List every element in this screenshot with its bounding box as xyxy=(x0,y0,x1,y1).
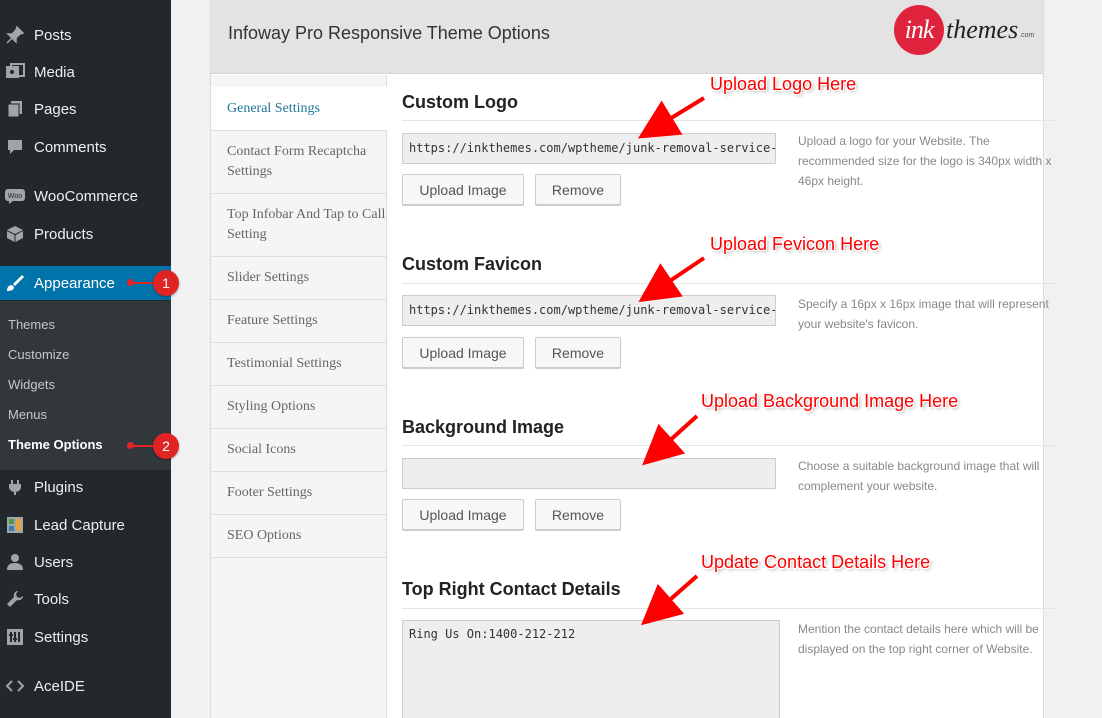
annotation-update-contact: Update Contact Details Here xyxy=(701,552,931,572)
sidebar-item-label: Tools xyxy=(34,590,70,608)
tab-styling-options[interactable]: Styling Options xyxy=(211,386,387,429)
tab-slider-settings[interactable]: Slider Settings xyxy=(211,257,387,300)
tab-top-infobar[interactable]: Top Infobar And Tap to Call Setting xyxy=(211,194,387,257)
annotation-upload-logo: Upload Logo Here xyxy=(710,74,857,94)
options-header: Infoway Pro Responsive Theme Options ink… xyxy=(211,0,1043,74)
tab-footer-settings[interactable]: Footer Settings xyxy=(211,472,387,515)
sidebar-item-label: Pages xyxy=(34,100,77,118)
media-icon xyxy=(5,62,25,82)
lead-capture-icon xyxy=(5,515,25,535)
admin-sidebar: Posts Media Pages Comments Woo WooCommer… xyxy=(0,0,171,718)
upload-favicon-button[interactable]: Upload Image xyxy=(402,337,524,368)
sidebar-item-products[interactable]: Products xyxy=(0,216,171,252)
sidebar-item-tools[interactable]: Tools xyxy=(0,581,171,617)
background-help-text: Choose a suitable background image that … xyxy=(798,459,1040,493)
sidebar-item-label: Appearance xyxy=(34,274,115,292)
badge-dot xyxy=(127,279,134,286)
products-icon xyxy=(5,224,25,244)
section-divider xyxy=(402,120,1056,121)
logo-mark: ink xyxy=(894,5,944,55)
theme-options-panel: Infoway Pro Responsive Theme Options ink… xyxy=(210,0,1056,718)
section-divider xyxy=(402,608,1056,609)
step-badge-1: 1 xyxy=(153,270,179,296)
sidebar-item-posts[interactable]: Posts xyxy=(0,17,171,53)
section-title-custom-favicon: Custom Favicon xyxy=(402,254,543,274)
inkthemes-logo: ink themes .com xyxy=(894,5,1034,55)
step-badge-2: 2 xyxy=(153,433,179,459)
annotation-upload-background: Upload Background Image Here xyxy=(701,391,959,411)
wrench-icon xyxy=(5,589,25,609)
settings-icon xyxy=(5,627,25,647)
sidebar-item-label: Lead Capture xyxy=(34,516,125,534)
favicon-url-field[interactable]: https://inkthemes.com/wptheme/junk-remov… xyxy=(402,295,776,326)
tab-social-icons[interactable]: Social Icons xyxy=(211,429,387,472)
pushpin-icon xyxy=(5,25,25,45)
section-title-background-image: Background Image xyxy=(402,417,565,437)
sidebar-item-label: Posts xyxy=(34,26,72,44)
contact-details-textarea[interactable]: Ring Us On:1400-212-212 xyxy=(402,620,780,718)
sidebar-item-label: Comments xyxy=(34,138,107,156)
sidebar-item-users[interactable]: Users xyxy=(0,544,171,580)
sidebar-item-label: AceIDE xyxy=(34,677,85,695)
pages-icon xyxy=(5,99,25,119)
section-title-custom-logo: Custom Logo xyxy=(402,92,518,112)
sidebar-item-label: Media xyxy=(34,63,75,81)
sidebar-item-label: WooCommerce xyxy=(34,187,138,205)
submenu-widgets[interactable]: Widgets xyxy=(8,377,55,392)
sidebar-item-label: Plugins xyxy=(34,478,84,496)
sidebar-item-label: Settings xyxy=(34,628,89,646)
page-title: Infoway Pro Responsive Theme Options xyxy=(228,23,550,43)
logo-suffix: .com xyxy=(1019,31,1035,39)
sidebar-item-settings[interactable]: Settings xyxy=(0,619,171,655)
sidebar-item-plugins[interactable]: Plugins xyxy=(0,469,171,505)
sidebar-item-pages[interactable]: Pages xyxy=(0,91,171,127)
contact-help-text: Mention the contact details here which w… xyxy=(798,622,1039,656)
tab-testimonial-settings[interactable]: Testimonial Settings xyxy=(211,343,387,386)
section-divider xyxy=(402,445,1056,446)
section-divider xyxy=(402,283,1056,284)
annotation-upload-favicon: Upload Fevicon Here xyxy=(710,234,880,254)
sidebar-item-woocommerce[interactable]: Woo WooCommerce xyxy=(0,178,171,214)
tab-feature-settings[interactable]: Feature Settings xyxy=(211,300,387,343)
remove-background-button[interactable]: Remove xyxy=(535,499,621,530)
submenu-themes[interactable]: Themes xyxy=(8,317,55,332)
code-icon xyxy=(5,676,25,696)
tab-seo-options[interactable]: SEO Options xyxy=(211,515,387,558)
submenu-theme-options[interactable]: Theme Options xyxy=(8,437,103,452)
woocommerce-icon: Woo xyxy=(5,186,25,206)
brush-icon xyxy=(5,273,25,293)
sidebar-item-comments[interactable]: Comments xyxy=(0,129,171,165)
logo-help-text: Upload a logo for your Website. The reco… xyxy=(798,134,1052,188)
sidebar-item-lead-capture[interactable]: Lead Capture xyxy=(0,507,171,543)
tab-general-settings[interactable]: General Settings xyxy=(211,87,388,131)
submenu-customize[interactable]: Customize xyxy=(8,347,69,362)
favicon-help-text: Specify a 16px x 16px image that will re… xyxy=(798,297,1049,331)
sidebar-item-label: Users xyxy=(34,553,74,571)
user-icon xyxy=(5,552,25,572)
section-title-contact-details: Top Right Contact Details xyxy=(402,579,621,599)
sidebar-item-media[interactable]: Media xyxy=(0,54,171,90)
sidebar-item-aceide[interactable]: AceIDE xyxy=(0,668,171,704)
main-area: Infoway Pro Responsive Theme Options ink… xyxy=(171,0,1102,718)
logo-url-field[interactable]: https://inkthemes.com/wptheme/junk-remov… xyxy=(402,133,776,164)
badge-dot xyxy=(127,442,134,449)
remove-logo-button[interactable]: Remove xyxy=(535,174,621,205)
remove-favicon-button[interactable]: Remove xyxy=(535,337,621,368)
upload-logo-button[interactable]: Upload Image xyxy=(402,174,524,205)
background-url-field[interactable] xyxy=(402,458,776,489)
svg-text:Woo: Woo xyxy=(8,193,22,200)
tab-contact-form-recaptcha[interactable]: Contact Form Recaptcha Settings xyxy=(211,131,387,194)
submenu-menus[interactable]: Menus xyxy=(8,407,47,422)
upload-background-button[interactable]: Upload Image xyxy=(402,499,524,530)
logo-text: themes xyxy=(946,15,1019,44)
comment-icon xyxy=(5,137,25,157)
plug-icon xyxy=(5,477,25,497)
sidebar-item-label: Products xyxy=(34,225,94,243)
options-tabs: General Settings Contact Form Recaptcha … xyxy=(211,75,388,718)
